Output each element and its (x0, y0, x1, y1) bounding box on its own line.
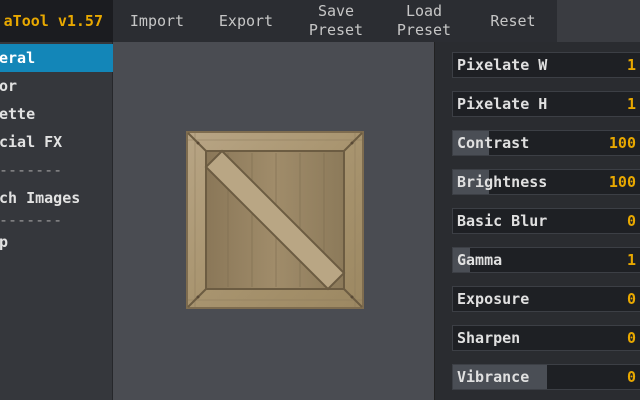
reset-button[interactable]: Reset (472, 0, 554, 42)
slider-value: 1 (626, 95, 636, 113)
export-button[interactable]: Export (206, 0, 286, 42)
slider-value: 0 (626, 368, 636, 386)
slider-value: 0 (626, 290, 636, 308)
slider-value: 0 (626, 329, 636, 347)
sidebar-item-special-fx[interactable]: cial FX (0, 128, 113, 156)
top-toolbar: aTool v1.57 Import Export Save Preset Lo… (0, 0, 640, 42)
slider-label: Sharpen (457, 329, 521, 347)
slider-brightness[interactable]: Brightness 100 (452, 169, 640, 195)
sidebar-divider-label: ------- (0, 161, 63, 179)
save-preset-button[interactable]: Save Preset (296, 0, 376, 42)
slider-label: Gamma (457, 251, 503, 269)
slider-label: Pixelate H (457, 95, 548, 113)
sidebar-item-label: p (0, 233, 9, 251)
import-button[interactable]: Import (118, 0, 196, 42)
sidebar-item-label: ette (0, 105, 36, 123)
load-preset-button[interactable]: Load Preset (384, 0, 464, 42)
slider-pixelate-h[interactable]: Pixelate H 1 (452, 91, 640, 117)
sidebar-item-general[interactable]: eral (0, 44, 113, 72)
image-canvas[interactable] (114, 42, 434, 400)
sidebar-item-label: or (0, 77, 18, 95)
sidebar: eral or ette cial FX ------- ch Images -… (0, 42, 113, 400)
slider-value: 1 (626, 251, 636, 269)
slider-pixelate-w[interactable]: Pixelate W 1 (452, 52, 640, 78)
app-title: aTool v1.57 (0, 0, 113, 42)
slider-exposure[interactable]: Exposure 0 (452, 286, 640, 312)
slider-label: Vibrance (457, 368, 530, 386)
slider-label: Contrast (457, 134, 530, 152)
adjustments-panel: Pixelate W1 Pixelate H1 Contrast 100 Brig… (434, 42, 640, 400)
sidebar-item-label: cial FX (0, 133, 63, 151)
slider-sharpen[interactable]: Sharpen 0 (452, 325, 640, 351)
slider-value: 0 (626, 212, 636, 230)
slider-gamma[interactable]: Gamma 1 (452, 247, 640, 273)
toolbar-spacer (557, 0, 640, 42)
sidebar-item-help[interactable]: p (0, 228, 113, 256)
slider-basic-blur[interactable]: Basic Blur 0 (452, 208, 640, 234)
slider-value: 100 (608, 173, 636, 191)
slider-label: Basic Blur (457, 212, 548, 230)
slider-label: Brightness (457, 173, 548, 191)
slider-value: 100 (608, 134, 636, 152)
slider-label: Exposure (457, 290, 530, 308)
slider-contrast[interactable]: Contrast 100 (452, 130, 640, 156)
sidebar-item-color[interactable]: or (0, 72, 113, 100)
crate-image (186, 131, 364, 309)
sidebar-item-label: eral (0, 49, 36, 67)
sidebar-divider: ------- (0, 156, 113, 184)
slider-value: 1 (626, 56, 636, 74)
slider-label: Pixelate W (457, 56, 548, 74)
slider-vibrance[interactable]: Vibrance 0 (452, 364, 640, 390)
sidebar-item-palette[interactable]: ette (0, 100, 113, 128)
